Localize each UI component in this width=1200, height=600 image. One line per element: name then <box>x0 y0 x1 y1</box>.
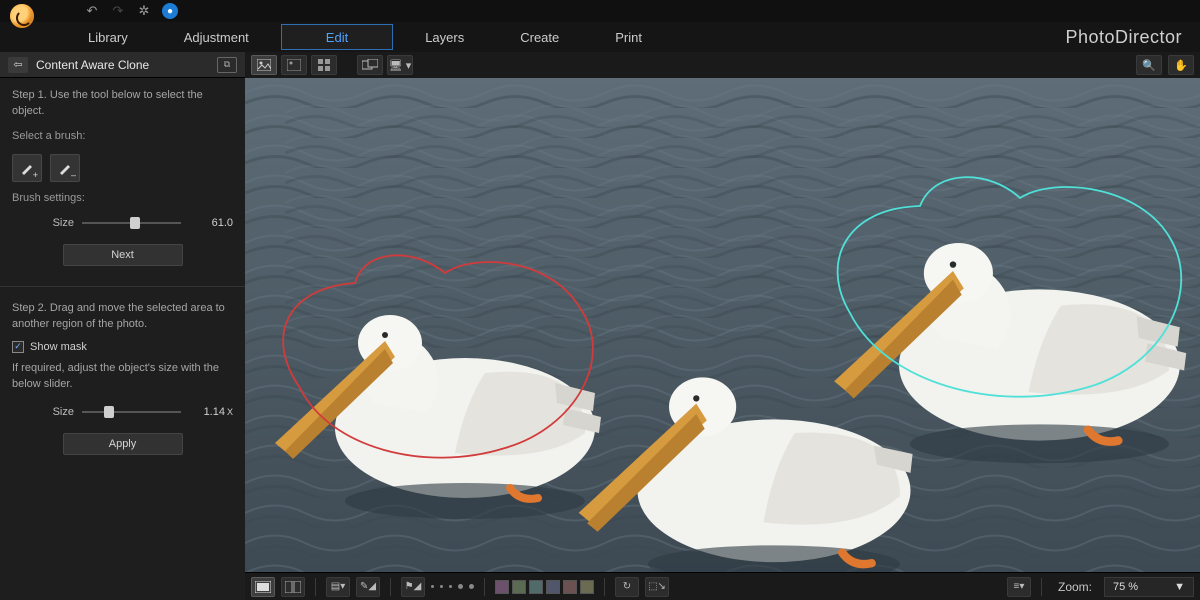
clone-size-slider[interactable] <box>82 405 181 419</box>
brand-label: PhotoDirector <box>1065 22 1200 52</box>
brush-size-slider[interactable] <box>82 216 181 230</box>
app-logo <box>10 4 34 28</box>
pencil-icon[interactable]: ✎◢ <box>356 577 380 597</box>
brush-settings-label: Brush settings: <box>12 192 233 204</box>
tab-adjustment[interactable]: Adjustment <box>156 22 277 52</box>
image-canvas[interactable] <box>245 78 1200 572</box>
tab-layers[interactable]: Layers <box>397 22 492 52</box>
view-mode-2-button[interactable] <box>281 577 305 597</box>
main-menu: Library Adjustment Edit Layers Create Pr… <box>0 22 1200 52</box>
color-swatches[interactable] <box>495 580 594 594</box>
flag-icon[interactable]: ⚑◢ <box>401 577 425 597</box>
brush-subtract-button[interactable]: – <box>50 154 80 182</box>
hand-icon[interactable]: ✋ <box>1168 55 1194 75</box>
brush-size-value: 61.0 <box>189 217 233 229</box>
crop-icon[interactable]: ⬚↘ <box>645 577 669 597</box>
notifications-icon[interactable]: ● <box>162 3 178 19</box>
redo-icon[interactable]: ↷ <box>110 3 126 19</box>
clone-size-value: 1.14X <box>189 406 233 418</box>
settings-gear-icon[interactable]: ✲ <box>136 3 152 19</box>
next-button[interactable]: Next <box>63 244 183 266</box>
canvas-toolbar: 🖥 ▾ 🔍 ✋ <box>245 52 1200 78</box>
show-mask-checkbox[interactable]: ✓ Show mask <box>12 341 233 353</box>
zoom-value: 75 % <box>1113 581 1138 593</box>
zoom-select[interactable]: 75 %▼ <box>1104 577 1194 597</box>
view-mode-1-button[interactable] <box>251 577 275 597</box>
list-icon[interactable]: ≡▾ <box>1007 577 1031 597</box>
size2-label: Size <box>12 406 74 418</box>
apply-button[interactable]: Apply <box>63 433 183 455</box>
panel-divider <box>0 286 245 287</box>
step1-text: Step 1. Use the tool below to select the… <box>12 88 233 120</box>
brush-add-button[interactable]: + <box>12 154 42 182</box>
popout-button[interactable]: ⧉ <box>217 57 237 73</box>
view-grid-icon[interactable] <box>311 55 337 75</box>
panel-title: Content Aware Clone <box>36 58 209 72</box>
show-mask-label: Show mask <box>30 341 87 353</box>
checkbox-icon: ✓ <box>12 341 24 353</box>
rating-dots[interactable] <box>431 584 474 589</box>
undo-icon[interactable]: ↶ <box>84 3 100 19</box>
histogram-icon[interactable]: ▤▾ <box>326 577 350 597</box>
view-display-icon[interactable]: 🖥 ▾ <box>387 55 413 75</box>
magnify-icon[interactable]: 🔍 <box>1136 55 1162 75</box>
select-brush-label: Select a brush: <box>12 130 233 142</box>
tab-create[interactable]: Create <box>492 22 587 52</box>
status-bar: ▤▾ ✎◢ ⚑◢ ↻ ⬚↘ ≡▾ Zoom: 75 %▼ <box>245 572 1200 600</box>
panel-header: ⇦ Content Aware Clone ⧉ <box>0 52 245 78</box>
rotate-icon[interactable]: ↻ <box>615 577 639 597</box>
tab-library[interactable]: Library <box>60 22 156 52</box>
zoom-label: Zoom: <box>1058 580 1092 594</box>
view-single-icon[interactable] <box>251 55 277 75</box>
tab-print[interactable]: Print <box>587 22 670 52</box>
view-compare-icon[interactable] <box>281 55 307 75</box>
back-button[interactable]: ⇦ <box>8 57 28 73</box>
size-label: Size <box>12 217 74 229</box>
tab-edit[interactable]: Edit <box>281 24 393 50</box>
view-multimonitor-icon[interactable] <box>357 55 383 75</box>
step2-hint: If required, adjust the object's size wi… <box>12 361 233 393</box>
step2-text: Step 2. Drag and move the selected area … <box>12 301 233 333</box>
tool-panel: Step 1. Use the tool below to select the… <box>0 78 245 600</box>
